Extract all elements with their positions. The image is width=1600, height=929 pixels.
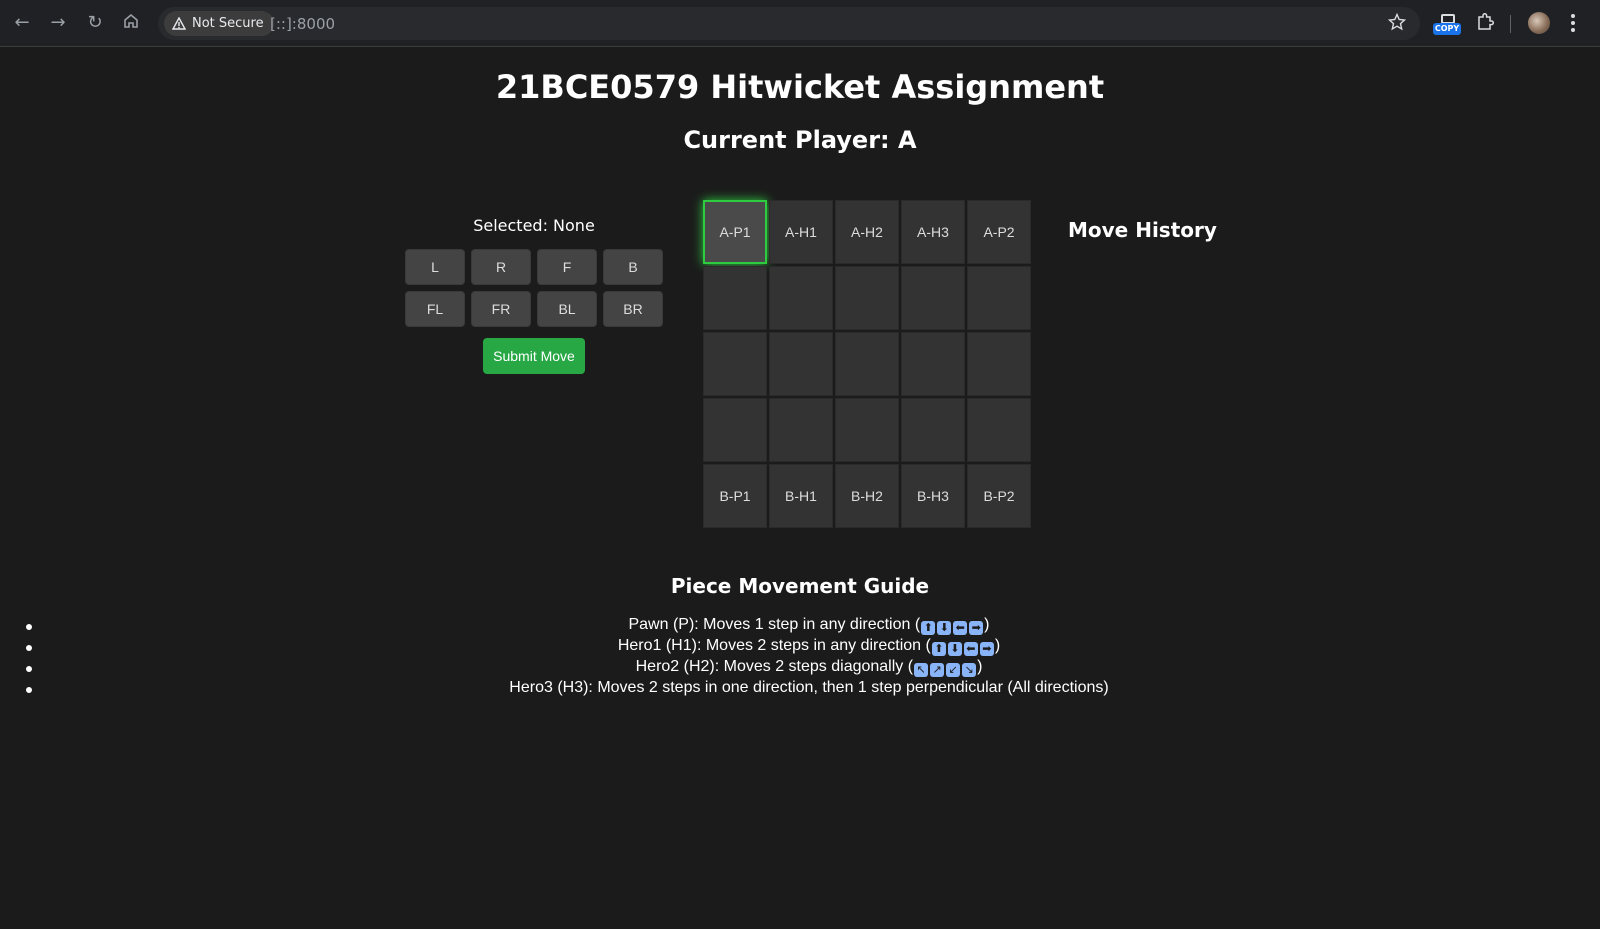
menu-kebab-icon[interactable] [1568, 12, 1578, 34]
bookmark-star-icon[interactable] [1388, 13, 1406, 31]
url-text[interactable]: [::]:8000 [270, 15, 335, 33]
direction-button-l[interactable]: L [405, 249, 465, 285]
bullet-icon [26, 645, 32, 651]
toolbar-divider [1510, 15, 1511, 33]
bullet-icon [26, 666, 32, 672]
direction-button-br[interactable]: BR [603, 291, 663, 327]
board-cell-b-h1[interactable]: B-H1 [769, 464, 833, 528]
direction-buttons: L R F B FL FR BL BR [403, 249, 665, 327]
guide-item-end: ) [984, 616, 990, 633]
board-cell-a-h1[interactable]: A-H1 [769, 200, 833, 264]
arrow-icon: ⬇ [937, 621, 952, 635]
arrow-icon: ➡ [979, 642, 994, 656]
arrow-icon: ↗ [930, 663, 945, 677]
guide-item-end: ) [977, 658, 983, 675]
arrow-icon: ⬇ [947, 642, 962, 656]
guide-item-text: Hero1 (H1): Moves 2 steps in any directi… [617, 637, 931, 654]
move-history-title: Move History [1068, 218, 1217, 242]
board-cell-b-h2[interactable]: B-H2 [835, 464, 899, 528]
page-title: 21BCE0579 Hitwicket Assignment [495, 68, 1105, 106]
board-cell-a-h3[interactable]: A-H3 [901, 200, 965, 264]
arrow-icon: ↖ [914, 663, 929, 677]
board-cell-empty[interactable] [967, 332, 1031, 396]
board-cell-empty[interactable] [703, 266, 767, 330]
copy-extension-label: COPY [1433, 23, 1461, 35]
profile-avatar[interactable] [1528, 12, 1550, 34]
warning-icon [172, 16, 186, 30]
direction-button-r[interactable]: R [471, 249, 531, 285]
board-cell-a-h2[interactable]: A-H2 [835, 200, 899, 264]
board-cell-empty[interactable] [901, 332, 965, 396]
board-cell-empty[interactable] [835, 266, 899, 330]
board-cell-empty[interactable] [703, 332, 767, 396]
home-icon[interactable] [120, 12, 142, 34]
board-cell-empty[interactable] [769, 332, 833, 396]
arrow-icon: ⬆ [931, 642, 946, 656]
arrow-icon: ⬅ [963, 642, 978, 656]
board-cell-empty[interactable] [901, 266, 965, 330]
guide-item-text: Hero3 (H3): Moves 2 steps in one directi… [509, 679, 1109, 696]
board-cell-b-h3[interactable]: B-H3 [901, 464, 965, 528]
guide-item: Pawn (P): Moves 1 step in any direction … [0, 616, 1600, 637]
extensions-puzzle-icon[interactable] [1475, 12, 1495, 32]
security-chip[interactable]: Not Secure [164, 11, 274, 36]
move-controls: Selected: None L R F B FL FR BL BR Submi… [403, 216, 665, 374]
guide-item: Hero1 (H1): Moves 2 steps in any directi… [0, 637, 1600, 658]
direction-button-fl[interactable]: FL [405, 291, 465, 327]
arrow-icon: ⬅ [953, 621, 968, 635]
board-cell-empty[interactable] [835, 398, 899, 462]
board-cell-empty[interactable] [967, 266, 1031, 330]
back-icon[interactable]: ← [11, 12, 33, 34]
board-cell-empty[interactable] [769, 266, 833, 330]
arrow-icon: ↘ [962, 663, 977, 677]
board-cell-empty[interactable] [835, 332, 899, 396]
forward-icon[interactable]: → [47, 12, 69, 34]
movement-guide-list: Pawn (P): Moves 1 step in any direction … [0, 616, 1600, 700]
direction-button-bl[interactable]: BL [537, 291, 597, 327]
board-cell-empty[interactable] [769, 398, 833, 462]
board-cell-empty[interactable] [967, 398, 1031, 462]
submit-move-button[interactable]: Submit Move [483, 338, 585, 374]
game-board: A-P1 A-H1 A-H2 A-H3 A-P2 B-P1 B-H1 B-H2 B-H3 B-P2 [703, 200, 1031, 528]
board-cell-empty[interactable] [901, 398, 965, 462]
board-cell-b-p1[interactable]: B-P1 [703, 464, 767, 528]
copy-extension-icon[interactable]: COPY [1431, 12, 1463, 36]
page-content: 21BCE0579 Hitwicket Assignment Current P… [0, 48, 1600, 929]
security-label: Not Secure [192, 16, 264, 31]
bullet-icon [26, 624, 32, 630]
arrow-icon: ↙ [946, 663, 961, 677]
guide-title: Piece Movement Guide [670, 574, 930, 598]
guide-item: Hero3 (H3): Moves 2 steps in one directi… [0, 679, 1600, 700]
guide-item: Hero2 (H2): Moves 2 steps diagonally (↖↗… [0, 658, 1600, 679]
board-cell-b-p2[interactable]: B-P2 [967, 464, 1031, 528]
bullet-icon [26, 687, 32, 693]
board-cell-a-p2[interactable]: A-P2 [967, 200, 1031, 264]
browser-toolbar: ← → ↻ Not Secure [::]:8000 COPY [0, 0, 1600, 47]
direction-button-b[interactable]: B [603, 249, 663, 285]
selected-piece-label: Selected: None [473, 216, 595, 235]
current-player: Current Player: A [683, 126, 917, 154]
arrow-icon: ⬆ [921, 621, 936, 635]
reload-icon[interactable]: ↻ [84, 12, 106, 34]
guide-item-end: ) [994, 637, 1001, 654]
board-cell-a-p1[interactable]: A-P1 [703, 200, 767, 264]
direction-button-f[interactable]: F [537, 249, 597, 285]
guide-item-text: Hero2 (H2): Moves 2 steps diagonally ( [635, 658, 914, 675]
arrow-icon: ➡ [969, 621, 984, 635]
guide-item-text: Pawn (P): Moves 1 step in any direction … [628, 616, 921, 633]
direction-button-fr[interactable]: FR [471, 291, 531, 327]
board-cell-empty[interactable] [703, 398, 767, 462]
address-bar[interactable]: Not Secure [::]:8000 [158, 7, 1420, 40]
